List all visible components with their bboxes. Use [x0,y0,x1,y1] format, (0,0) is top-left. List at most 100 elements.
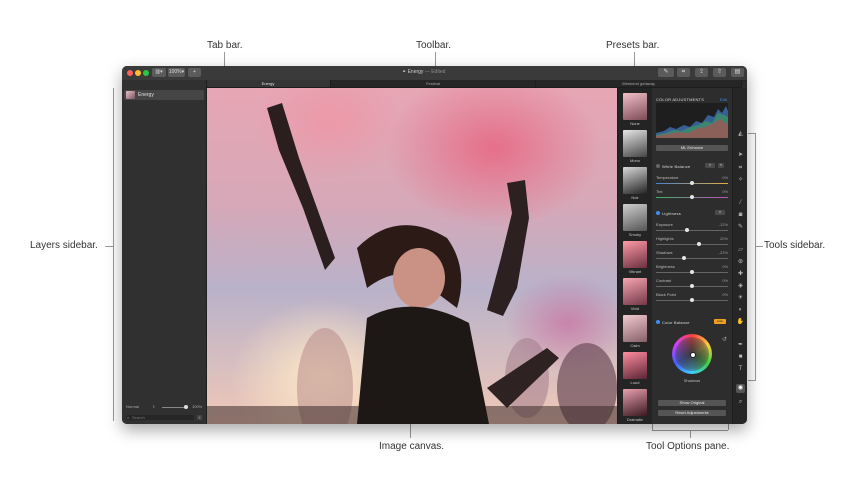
tools-sidebar: ◭ ➤ ⌗ ✧ ⁄ ◙ ✎ ▱ ⊛ ✚ ◈ ☀ ◐ ✋ ✒ ■ T ◉ ⌕ [732,88,747,424]
preset-thumbnail [623,352,647,379]
tab-festival[interactable]: Festival [331,80,536,87]
tool-color-adjust[interactable]: ◭ [736,130,745,139]
tool-text[interactable]: T [736,365,745,374]
zoom-window-button[interactable] [143,70,149,76]
add-layer-button[interactable]: + [197,415,202,420]
ml-enhance-button[interactable]: ML Enhance [656,145,728,151]
zoom-icon: ⌕ [738,399,743,405]
tool-heal[interactable]: ✚ [736,270,745,279]
tab-energy[interactable]: Energy [206,80,331,87]
shadows-slider-knob[interactable] [682,256,686,260]
eyedropper-button[interactable]: ✎ [718,163,724,168]
crop-icon: ⌗ [681,69,686,75]
share-button[interactable]: ⇪ [695,68,708,77]
edit-link[interactable]: Edit [720,97,727,102]
color-balance-toggle[interactable] [656,320,660,324]
preset-smoky[interactable]: Smoky [623,204,647,237]
white-balance-auto-button[interactable]: ⚲ [705,163,715,168]
zoom-level-button[interactable]: 100%▾ [168,68,185,77]
tool-bucket[interactable]: ◙ [736,211,745,220]
blend-mode-select[interactable]: Normal [126,404,139,409]
exposure-slider-knob[interactable] [685,228,689,232]
tool-eraser[interactable]: ▱ [736,246,745,255]
crop-button[interactable]: ⌗ [677,68,690,77]
tool-zoom[interactable]: ⌕ [736,398,745,407]
slider-value-black-point: 0% [722,292,728,297]
close-window-button[interactable] [127,70,133,76]
slider-value-tint: 0% [722,189,728,194]
slider-label-highlights: Highlights [656,236,674,241]
search-icon: ⌕ [127,415,130,420]
highlights-slider-knob[interactable] [697,242,701,246]
white-balance-toggle[interactable] [656,164,660,168]
sidebar-right-toggle-button[interactable]: ▤ [731,68,744,77]
retouch-button[interactable]: ✎ [658,68,674,77]
plus-icon: + [198,415,201,420]
tool-dodge[interactable]: ☀ [736,294,745,303]
slider-label-temperature: Temperature [656,175,679,180]
opacity-slider-knob[interactable] [184,405,188,409]
dodge-icon: ☀ [737,295,744,301]
callout-line-tools-top [748,133,756,134]
export-button[interactable]: ⇧ [713,68,726,77]
undo-icon[interactable]: ↺ [722,336,727,343]
preset-calm[interactable]: Calm [623,315,647,348]
tool-sharpen[interactable]: ◈ [736,282,745,291]
export-icon: ⇧ [716,69,723,75]
preset-dramatic[interactable]: Dramatic [623,389,647,422]
temperature-slider-knob[interactable] [690,181,694,185]
exposure-slider[interactable] [656,230,728,231]
brightness-slider-knob[interactable] [690,270,694,274]
preset-thumbnail [623,167,647,194]
brush-icon: ✎ [663,69,669,75]
layer-search-input[interactable]: Search [126,415,194,420]
slider-label-contrast: Contrast [656,278,672,283]
preset-loud[interactable]: Loud [623,352,647,385]
tool-magic-wand[interactable]: ✧ [736,176,745,185]
zoom-level: 100% [168,69,182,75]
callout-tools-sidebar: Tools sidebar. [764,240,826,251]
bucket-icon: ◙ [738,212,743,218]
tool-brush[interactable]: ⁄ [736,199,745,208]
contrast-slider-knob[interactable] [690,284,694,288]
reset-adjustments-button[interactable]: Reset Adjustments [658,410,726,416]
tool-pencil[interactable]: ✎ [736,223,745,232]
wand-icon: ✧ [737,177,744,183]
tool-pen[interactable]: ✒ [736,341,745,350]
preset-label: None [630,121,640,126]
preset-noir[interactable]: Noir [623,167,647,200]
color-balance-wheel[interactable] [672,334,712,374]
add-button[interactable]: + [188,68,201,77]
tab-weekend-getaway[interactable]: Weekend getaway [536,80,742,87]
black-point-slider-knob[interactable] [690,298,694,302]
tool-hand[interactable]: ✋ [736,318,745,327]
auto-icon: ⚲ [718,210,722,214]
highlights-slider[interactable] [656,244,728,245]
preset-thumbnail [623,389,647,416]
tool-crop[interactable]: ⌗ [736,164,745,173]
shadows-slider[interactable] [656,258,728,259]
tool-burn[interactable]: ◐ [736,306,745,315]
tool-clone[interactable]: ⊛ [736,258,745,267]
preset-none[interactable]: None [623,93,647,126]
preset-vivid[interactable]: Vivid [623,278,647,311]
tool-select[interactable]: ➤ [736,151,745,160]
color-wheel-knob[interactable] [690,352,696,358]
lightness-toggle[interactable] [656,211,660,215]
eraser-icon: ▱ [738,247,743,253]
color-balance-auto-badge[interactable]: Auto [714,319,726,324]
tint-slider-knob[interactable] [690,195,694,199]
document-title: ⚭ Energy — Edited [402,69,445,75]
preset-mono[interactable]: Mono [623,130,647,163]
tool-shape[interactable]: ■ [736,353,745,362]
show-original-button[interactable]: Show Original [658,400,726,406]
sidebar-icon: ▥▾ [155,69,163,75]
layer-item[interactable]: Energy [124,90,204,100]
sidebar-toggle-button[interactable]: ▥▾ [152,68,166,77]
lightness-auto-button[interactable]: ⚲ [715,210,725,215]
tool-color-picker[interactable]: ◉ [736,384,745,393]
minimize-window-button[interactable] [135,70,141,76]
pen-icon: ✒ [737,342,744,348]
image-canvas[interactable] [207,88,617,424]
preset-vibrant[interactable]: Vibrant [623,241,647,274]
